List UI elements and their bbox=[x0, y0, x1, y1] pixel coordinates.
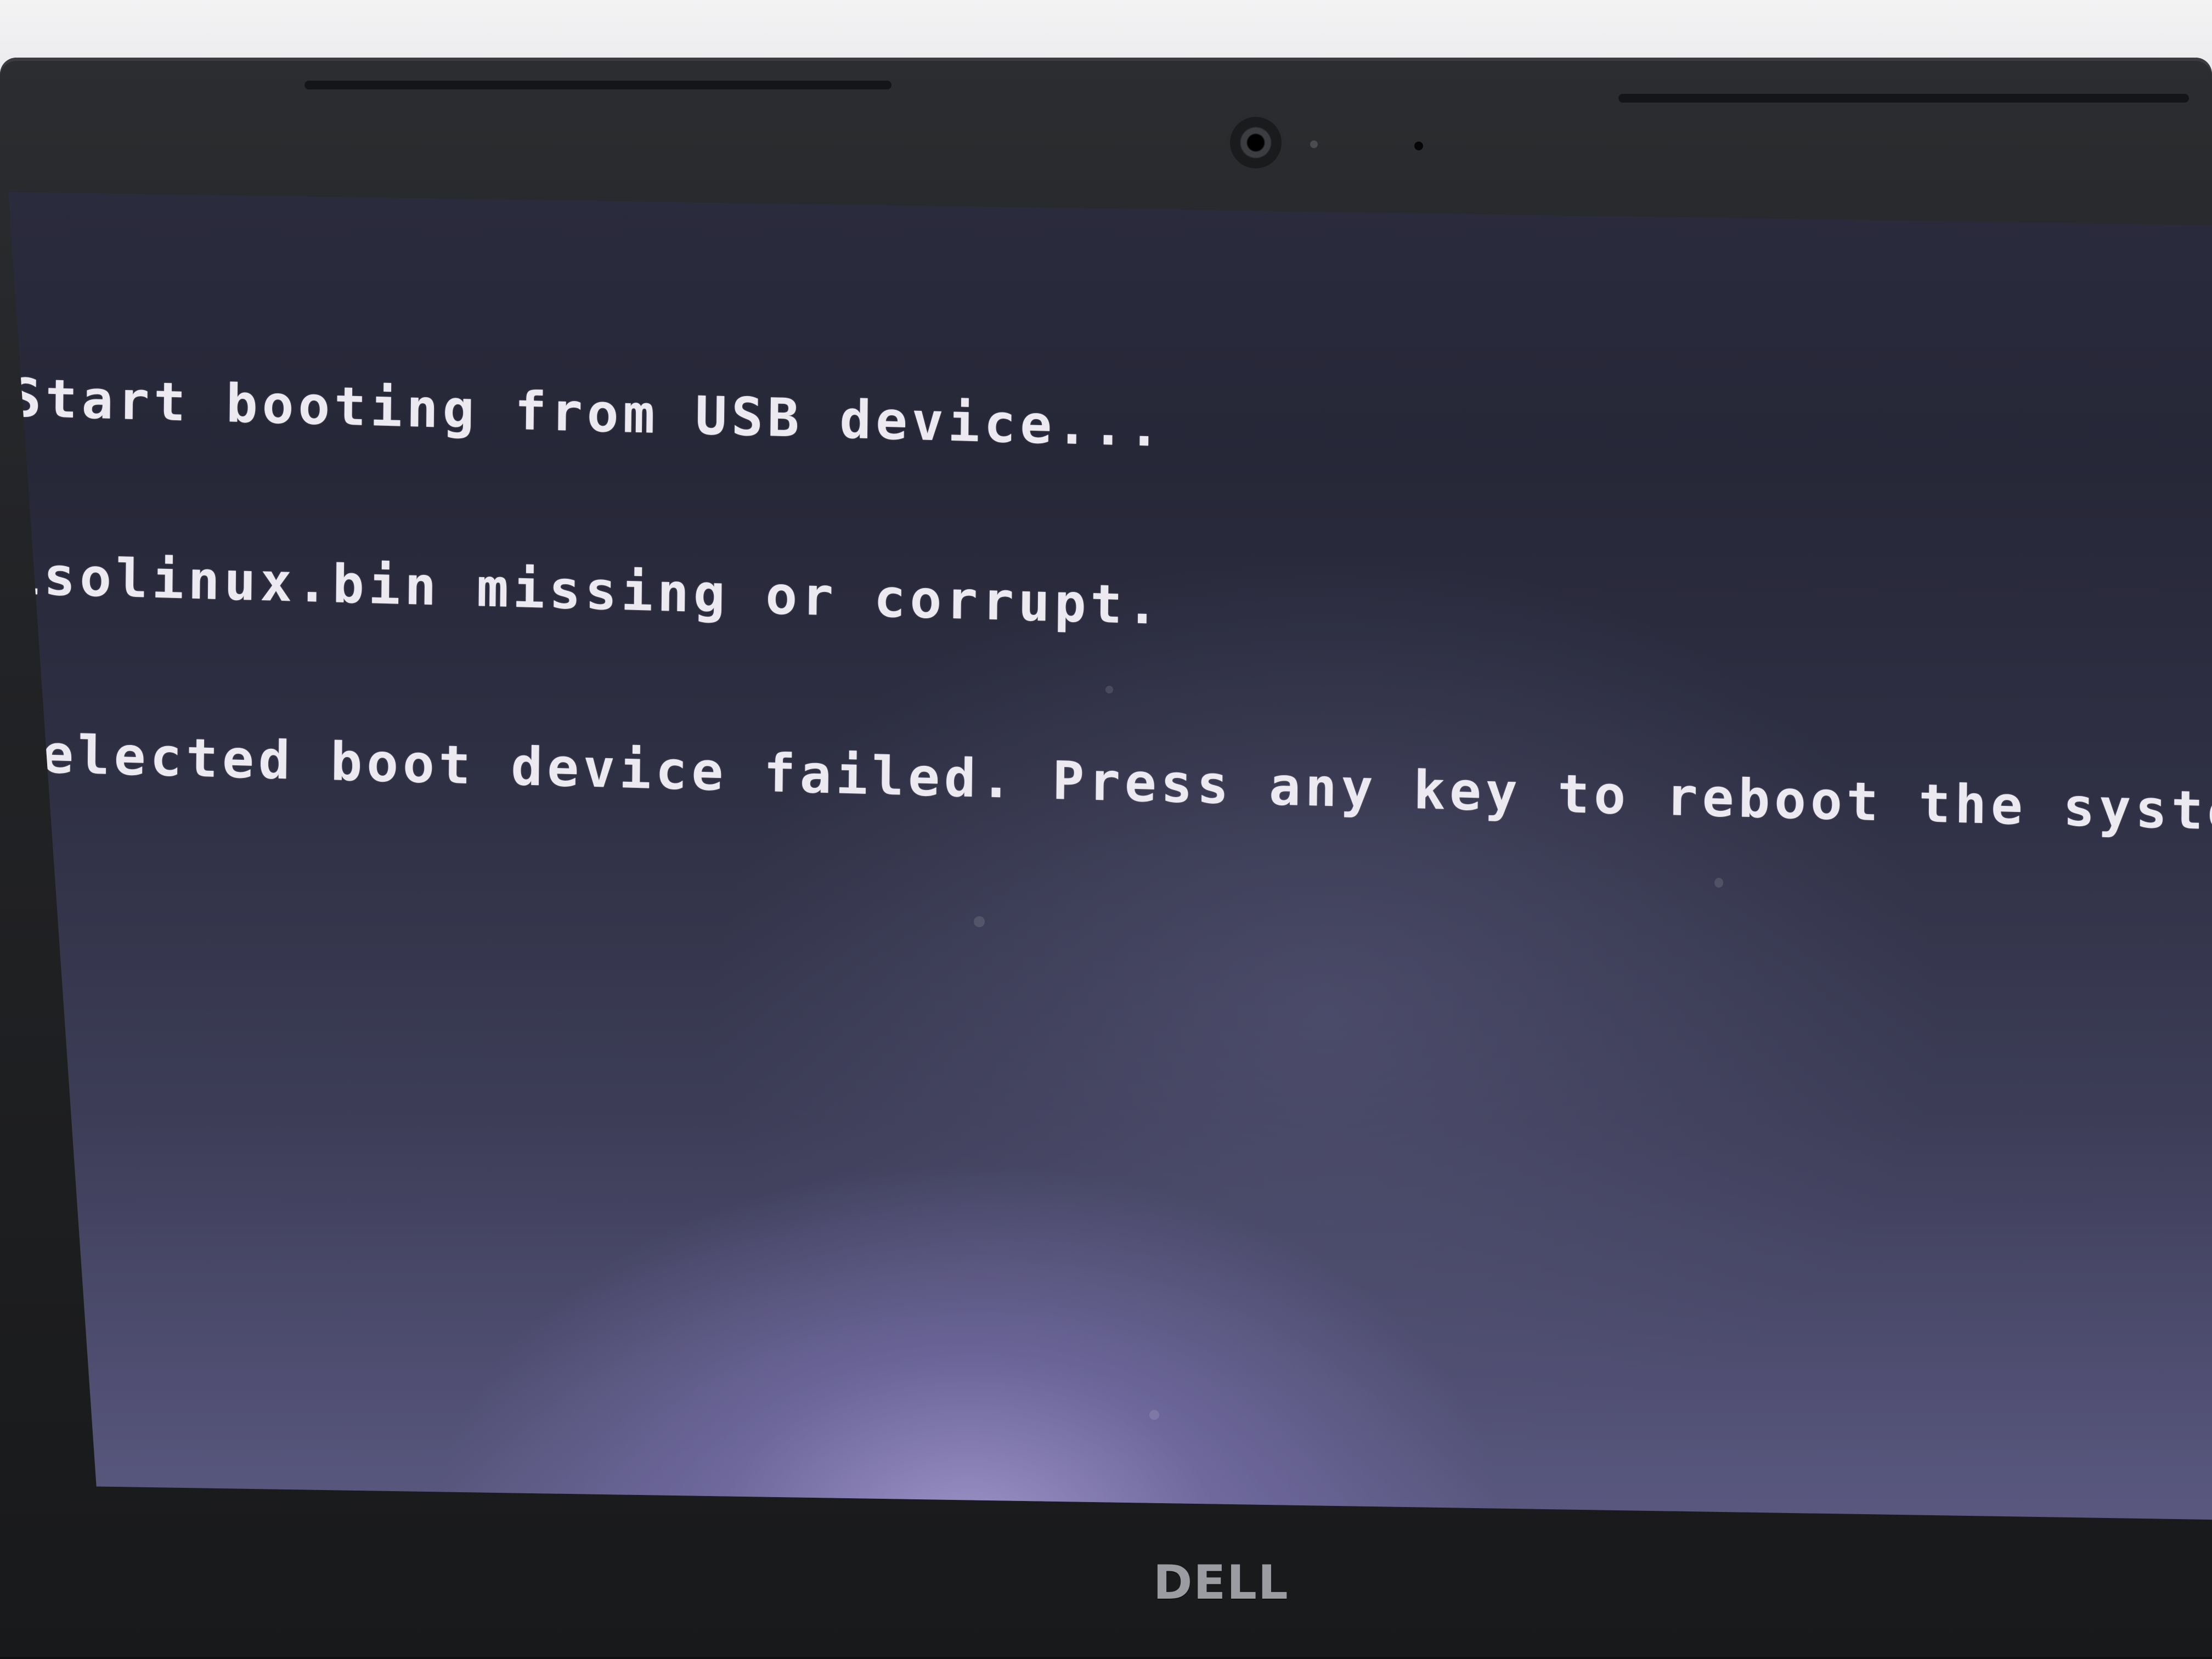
boot-console: Start booting from USB device... isolinu… bbox=[8, 250, 2212, 962]
screen-smudge bbox=[1149, 1410, 1159, 1420]
screen-smudge bbox=[974, 916, 985, 927]
webcam-icon bbox=[1230, 117, 1282, 168]
dell-logo: DELL bbox=[1153, 1555, 1289, 1610]
boot-screen[interactable]: Start booting from USB device... isolinu… bbox=[8, 192, 2212, 1520]
photo-scene: Start booting from USB device... isolinu… bbox=[0, 0, 2212, 1659]
microphone-hole bbox=[1414, 142, 1423, 150]
boot-message-line-2: isolinux.bin missing or corrupt. bbox=[8, 544, 1163, 636]
screen-smudge bbox=[1105, 686, 1113, 693]
camera-indicator-light bbox=[1310, 140, 1318, 148]
boot-message-line-3: Selected boot device failed. Press any k… bbox=[8, 722, 2212, 845]
screen-smudge bbox=[1714, 878, 1723, 888]
bezel-seam-left bbox=[304, 81, 891, 89]
boot-error-text: Selected boot device failed. Press any k… bbox=[8, 722, 2212, 845]
bezel-seam-right bbox=[1618, 94, 2189, 103]
boot-message-line-1: Start booting from USB device... bbox=[9, 366, 1165, 459]
